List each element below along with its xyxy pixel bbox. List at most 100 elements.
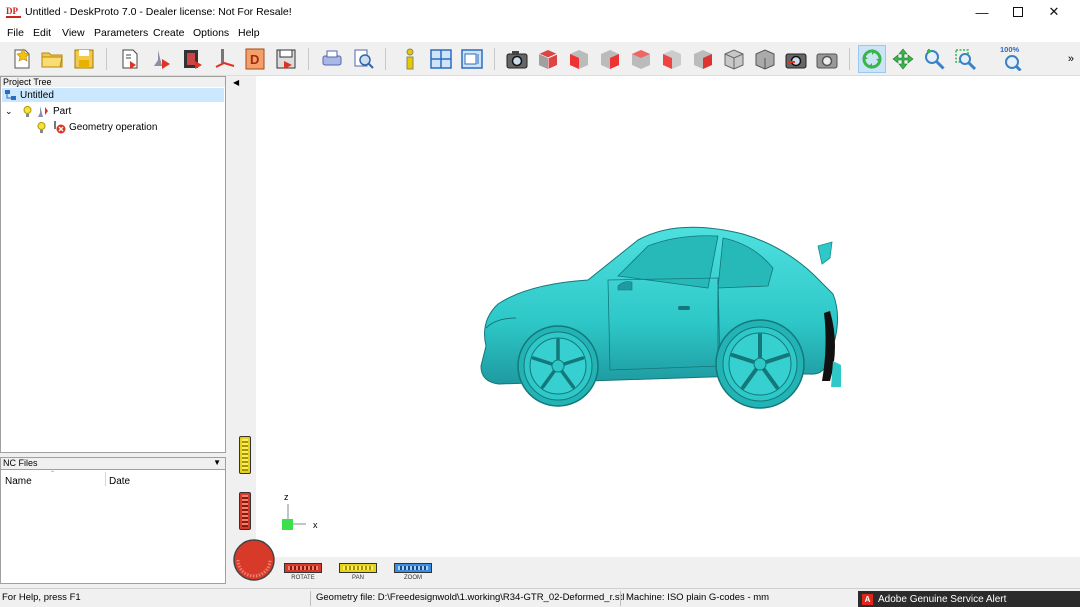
toolpath-button[interactable] bbox=[210, 45, 238, 73]
nc-files-list: Name Date ⌃ bbox=[0, 470, 226, 584]
tree-item-part[interactable]: ⌄ Part bbox=[5, 104, 71, 118]
menu-view[interactable]: View bbox=[62, 27, 85, 39]
cube-iso-icon bbox=[538, 50, 558, 69]
rotate-dial[interactable] bbox=[232, 538, 276, 582]
operation-error-icon bbox=[54, 120, 66, 133]
car-model[interactable] bbox=[478, 216, 848, 411]
operation-parameters-button[interactable] bbox=[179, 45, 207, 73]
menu-create[interactable]: Create bbox=[153, 27, 185, 39]
layout-button[interactable] bbox=[427, 45, 455, 73]
column-divider[interactable] bbox=[105, 472, 106, 486]
rotate-horizontal-slider[interactable] bbox=[284, 563, 322, 573]
info-button[interactable] bbox=[396, 45, 424, 73]
menu-edit[interactable]: Edit bbox=[33, 27, 51, 39]
import-geometry-button[interactable] bbox=[116, 45, 144, 73]
close-button[interactable]: ✕ bbox=[1036, 0, 1072, 24]
maximize-button[interactable] bbox=[1000, 0, 1036, 24]
slider-grip bbox=[343, 566, 373, 570]
save-icon bbox=[74, 49, 94, 69]
previous-view-button[interactable] bbox=[782, 45, 810, 73]
tree-item-label: Part bbox=[53, 105, 72, 117]
menu-parameters[interactable]: Parameters bbox=[94, 27, 148, 39]
view-window-button[interactable] bbox=[458, 45, 486, 73]
part-icon bbox=[154, 50, 170, 69]
minimize-button[interactable]: — bbox=[964, 0, 1000, 24]
zoom-mode-button[interactable] bbox=[920, 45, 948, 73]
lightbulb-icon[interactable] bbox=[35, 121, 48, 134]
pan-arrows-icon bbox=[892, 48, 914, 70]
column-header-date[interactable]: Date bbox=[109, 476, 130, 487]
adobe-alert-notification[interactable]: A Adobe Genuine Service Alert bbox=[858, 591, 1080, 607]
zoom-horizontal-slider[interactable] bbox=[394, 563, 432, 573]
tree-item-untitled[interactable]: Untitled bbox=[2, 88, 224, 102]
3d-viewport[interactable]: z x bbox=[256, 76, 1080, 557]
axis-z-label: z bbox=[284, 492, 289, 502]
print-icon bbox=[322, 50, 342, 66]
new-file-icon bbox=[14, 48, 30, 69]
menu-help[interactable]: Help bbox=[238, 27, 260, 39]
zoom-label: ZOOM bbox=[404, 575, 422, 581]
view-left-button[interactable] bbox=[658, 45, 686, 73]
chevron-down-icon[interactable]: ⌄ bbox=[5, 106, 17, 117]
slider-grip bbox=[242, 439, 248, 471]
project-tree: Untitled ⌄ Part Geometry operation bbox=[0, 87, 226, 453]
pan-vertical-slider[interactable] bbox=[239, 436, 251, 474]
tree-item-geometry-operation[interactable]: Geometry operation bbox=[35, 120, 157, 134]
cube-bottom-icon bbox=[724, 49, 744, 70]
save-project-button[interactable] bbox=[70, 45, 98, 73]
pan-mode-button[interactable] bbox=[889, 45, 917, 73]
menu-options[interactable]: Options bbox=[193, 27, 229, 39]
rotate-mode-button[interactable] bbox=[858, 45, 886, 73]
view-iso-button[interactable] bbox=[534, 45, 562, 73]
create-nc-button[interactable]: D bbox=[241, 45, 269, 73]
window-title: Untitled - DeskProto 7.0 - Dealer licens… bbox=[25, 6, 292, 18]
zoom-window-button[interactable] bbox=[951, 45, 979, 73]
rotate-label: ROTATE bbox=[291, 575, 315, 581]
print-button[interactable] bbox=[318, 45, 346, 73]
minimize-icon: — bbox=[975, 4, 989, 20]
view-back-button[interactable] bbox=[627, 45, 655, 73]
column-header-name[interactable]: Name bbox=[5, 476, 32, 487]
tree-item-label: Geometry operation bbox=[69, 121, 158, 133]
camera-view-button[interactable] bbox=[503, 45, 531, 73]
slider-grip bbox=[288, 566, 318, 570]
view-front-button[interactable] bbox=[565, 45, 593, 73]
new-project-button[interactable] bbox=[8, 45, 36, 73]
status-help-text: For Help, press F1 bbox=[2, 592, 81, 603]
view-bottom-button[interactable] bbox=[720, 45, 748, 73]
save-nc-button[interactable] bbox=[272, 45, 300, 73]
status-machine: Machine: ISO plain G-codes - mm bbox=[626, 592, 770, 603]
next-view-button[interactable] bbox=[813, 45, 841, 73]
cube-left-icon bbox=[663, 50, 681, 69]
collapse-panel-arrow-icon[interactable]: ◀ bbox=[233, 78, 239, 87]
open-folder-icon bbox=[41, 52, 63, 68]
part-parameters-button[interactable] bbox=[148, 45, 176, 73]
rotate-arrows-icon bbox=[862, 49, 882, 69]
view-top-button[interactable] bbox=[689, 45, 717, 73]
cube-back-icon bbox=[632, 50, 650, 69]
toolbar-separator bbox=[494, 48, 495, 70]
print-preview-button[interactable] bbox=[349, 45, 377, 73]
lightbulb-icon[interactable] bbox=[21, 105, 34, 118]
adobe-logo-icon: A bbox=[862, 593, 873, 605]
view-side-button[interactable] bbox=[751, 45, 779, 73]
toolpath-icon bbox=[215, 49, 235, 68]
part-icon bbox=[38, 105, 48, 117]
toolbar-separator bbox=[385, 48, 386, 70]
status-divider bbox=[620, 591, 621, 606]
pan-horizontal-slider[interactable] bbox=[339, 563, 377, 573]
cube-side-icon bbox=[755, 49, 775, 70]
zoom-100-button[interactable]: 100% bbox=[998, 45, 1026, 73]
svg-text:D: D bbox=[250, 52, 259, 67]
rotate-vertical-slider[interactable] bbox=[239, 492, 251, 530]
rear-wheel bbox=[715, 319, 805, 409]
toolbar-overflow-button[interactable]: » bbox=[1068, 53, 1074, 65]
dropdown-arrow-icon[interactable]: ▼ bbox=[213, 458, 221, 468]
open-project-button[interactable] bbox=[38, 45, 66, 73]
view-right-button[interactable] bbox=[596, 45, 624, 73]
nc-program-icon: D bbox=[245, 48, 265, 70]
menu-file[interactable]: File bbox=[7, 27, 24, 39]
view-window-icon bbox=[461, 49, 483, 69]
cube-right-icon bbox=[601, 50, 619, 69]
toolbar-separator bbox=[849, 48, 850, 70]
